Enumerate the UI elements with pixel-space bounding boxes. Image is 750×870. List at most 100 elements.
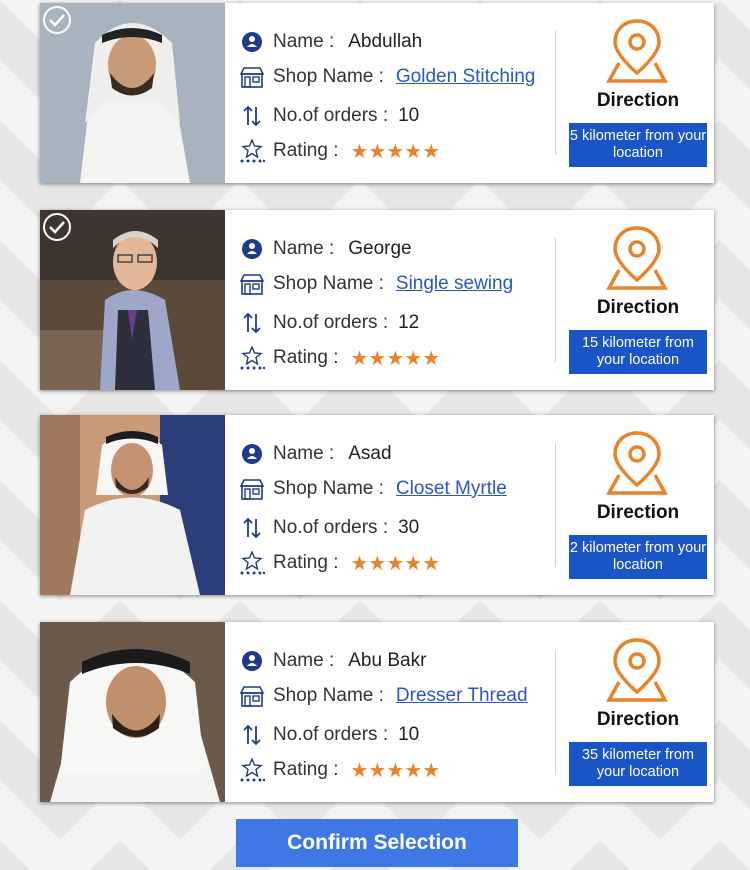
orders-count: 12 <box>398 312 420 333</box>
distance-badge: 15 kilometer from your location <box>569 330 707 374</box>
person-circle-icon <box>239 30 265 54</box>
tailor-card[interactable]: Name : Asad Shop Name : Closet Myrtle No… <box>40 415 714 595</box>
distance-badge: 35 kilometer from your location <box>569 742 707 786</box>
direction-panel[interactable]: Direction 15 kilometer from your locatio… <box>569 210 707 390</box>
shop-link[interactable]: Dresser Thread <box>396 685 528 707</box>
rating-stars: ★★★★★ <box>350 552 441 575</box>
tailor-name: Abu Bakr <box>348 650 427 671</box>
star-rating-icon <box>239 758 265 782</box>
name-row: Name : Asad <box>239 441 392 467</box>
distance-text: 5 kilometer from your location <box>569 128 707 161</box>
star-rating-icon <box>239 551 265 575</box>
shop-link[interactable]: Closet Myrtle <box>396 478 507 500</box>
orders-label: No.of orders : <box>273 517 389 538</box>
confirm-selection-button[interactable]: Confirm Selection <box>236 819 518 867</box>
shop-label: Shop Name : <box>273 273 384 294</box>
direction-panel[interactable]: Direction 35 kilometer from your locatio… <box>569 622 707 802</box>
rating-label: Rating : <box>273 759 339 780</box>
tailor-info: Name : George Shop Name : Single sewing … <box>225 210 554 390</box>
divider <box>555 443 556 567</box>
tailor-card[interactable]: Name : George Shop Name : Single sewing … <box>40 210 714 390</box>
rating-label: Rating : <box>273 140 339 161</box>
distance-text: 15 kilometer from your location <box>581 335 694 368</box>
shop-row: Shop Name : Dresser Thread <box>239 683 528 709</box>
direction-label[interactable]: Direction <box>569 502 707 524</box>
shop-row: Shop Name : Closet Myrtle <box>239 476 507 502</box>
orders-row: No.of orders : 10 <box>239 722 419 748</box>
orders-row: No.of orders : 30 <box>239 515 419 541</box>
orders-label: No.of orders : <box>273 724 389 745</box>
orders-count: 30 <box>398 517 420 538</box>
sort-arrows-icon <box>239 516 265 540</box>
divider <box>555 238 556 362</box>
name-row: Name : George <box>239 236 412 262</box>
star-rating-icon <box>239 139 265 163</box>
shop-icon <box>239 65 265 89</box>
distance-text: 2 kilometer from your location <box>569 540 707 573</box>
check-circle-icon[interactable] <box>42 5 72 35</box>
orders-row: No.of orders : 12 <box>239 310 419 336</box>
person-circle-icon <box>239 237 265 261</box>
distance-badge: 2 kilometer from your location <box>569 535 707 579</box>
direction-label[interactable]: Direction <box>569 709 707 731</box>
orders-label: No.of orders : <box>273 105 389 126</box>
shop-row: Shop Name : Single sewing <box>239 271 513 297</box>
distance-badge: 5 kilometer from your location <box>569 123 707 167</box>
shop-link[interactable]: Single sewing <box>396 273 513 295</box>
direction-panel[interactable]: Direction 2 kilometer from your location <box>569 415 707 595</box>
person-circle-icon <box>239 442 265 466</box>
location-pin-icon[interactable] <box>605 636 669 702</box>
location-pin-icon[interactable] <box>605 224 669 290</box>
direction-panel[interactable]: Direction 5 kilometer from your location <box>569 3 707 183</box>
rating-label: Rating : <box>273 347 339 368</box>
direction-label[interactable]: Direction <box>569 90 707 112</box>
orders-row: No.of orders : 10 <box>239 103 419 129</box>
rating-stars: ★★★★★ <box>350 759 441 782</box>
tailor-photo <box>40 3 225 183</box>
orders-count: 10 <box>398 105 420 126</box>
tailor-info: Name : Abdullah Shop Name : Golden Stitc… <box>225 3 554 183</box>
direction-label[interactable]: Direction <box>569 297 707 319</box>
check-circle-icon[interactable] <box>42 212 72 242</box>
sort-arrows-icon <box>239 311 265 335</box>
name-label: Name : <box>273 31 335 52</box>
orders-label: No.of orders : <box>273 312 389 333</box>
divider <box>555 650 556 774</box>
sort-arrows-icon <box>239 723 265 747</box>
orders-count: 10 <box>398 724 420 745</box>
location-pin-icon[interactable] <box>605 429 669 495</box>
star-rating-icon <box>239 346 265 370</box>
shop-label: Shop Name : <box>273 685 384 706</box>
rating-row: Rating : ★★★★★ <box>239 757 440 783</box>
tailor-card[interactable]: Name : Abdullah Shop Name : Golden Stitc… <box>40 3 714 183</box>
distance-text: 35 kilometer from your location <box>581 747 694 780</box>
name-row: Name : Abdullah <box>239 29 422 55</box>
shop-label: Shop Name : <box>273 66 384 87</box>
name-row: Name : Abu Bakr <box>239 648 426 674</box>
tailor-name: George <box>348 238 412 259</box>
person-circle-icon <box>239 649 265 673</box>
tailor-photo <box>40 622 225 802</box>
location-pin-icon[interactable] <box>605 17 669 83</box>
tailor-info: Name : Asad Shop Name : Closet Myrtle No… <box>225 415 554 595</box>
tailor-info: Name : Abu Bakr Shop Name : Dresser Thre… <box>225 622 554 802</box>
rating-stars: ★★★★★ <box>350 347 441 370</box>
rating-stars: ★★★★★ <box>350 140 441 163</box>
sort-arrows-icon <box>239 104 265 128</box>
name-label: Name : <box>273 650 335 671</box>
divider <box>555 31 556 155</box>
tailor-photo <box>40 415 225 595</box>
rating-row: Rating : ★★★★★ <box>239 550 440 576</box>
tailor-photo <box>40 210 225 390</box>
shop-icon <box>239 684 265 708</box>
shop-icon <box>239 477 265 501</box>
shop-link[interactable]: Golden Stitching <box>396 66 535 88</box>
rating-row: Rating : ★★★★★ <box>239 138 440 164</box>
tailor-card[interactable]: Name : Abu Bakr Shop Name : Dresser Thre… <box>40 622 714 802</box>
rating-label: Rating : <box>273 552 339 573</box>
name-label: Name : <box>273 443 335 464</box>
shop-icon <box>239 272 265 296</box>
tailor-name: Asad <box>348 443 392 464</box>
shop-row: Shop Name : Golden Stitching <box>239 64 535 90</box>
name-label: Name : <box>273 238 335 259</box>
